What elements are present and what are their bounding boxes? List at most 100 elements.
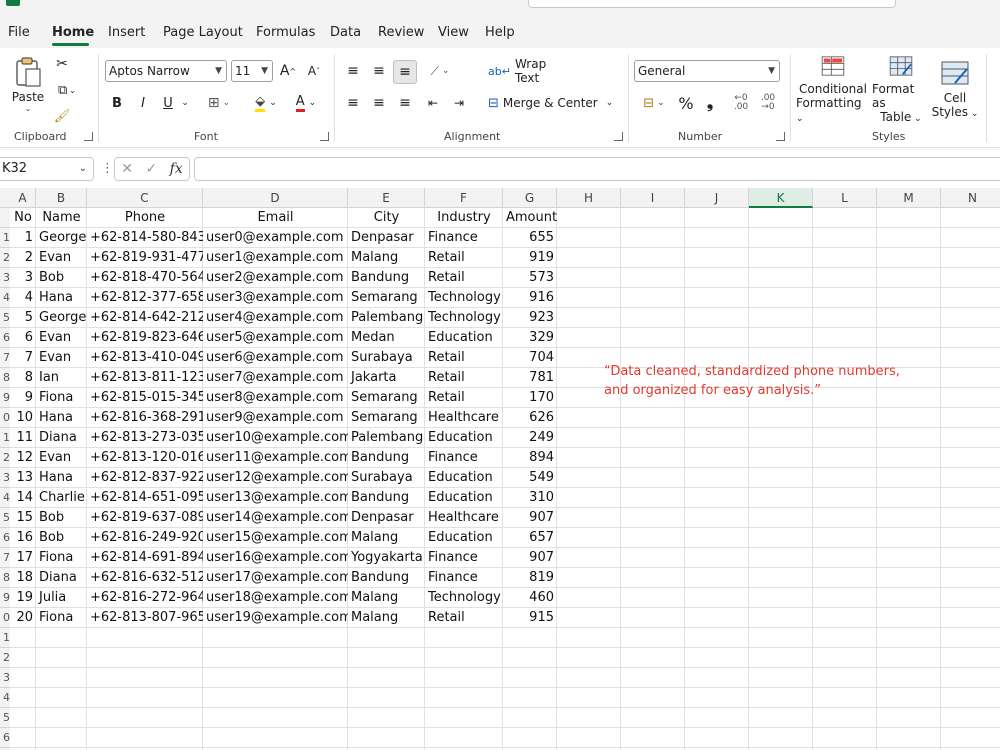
merge-center-button[interactable]: ⊟ Merge & Center ⌄ bbox=[488, 92, 614, 114]
table-cell[interactable]: Yogyakarta bbox=[348, 548, 425, 568]
column-header-a[interactable]: A bbox=[10, 188, 36, 208]
cell-area[interactable]: No Name Phone Email City Industry Amount 1 Georg… bbox=[10, 208, 1000, 750]
table-cell[interactable]: +62-816-632-5122 bbox=[87, 568, 203, 588]
row-header[interactable]: 5 bbox=[0, 708, 10, 728]
wrap-text-button[interactable]: ab↵ Wrap Text bbox=[488, 57, 568, 85]
table-cell[interactable]: 12 bbox=[10, 448, 36, 468]
align-left-icon[interactable]: ≡ bbox=[342, 92, 364, 114]
alignment-launcher-icon[interactable] bbox=[614, 132, 623, 141]
table-cell[interactable]: user16@example.com bbox=[203, 548, 348, 568]
header-cell[interactable]: City bbox=[348, 208, 425, 228]
column-header-l[interactable]: L bbox=[813, 188, 877, 208]
underline-dropdown-icon[interactable]: ⌄ bbox=[178, 92, 192, 114]
header-cell[interactable]: Name bbox=[36, 208, 87, 228]
table-cell[interactable]: 657 bbox=[503, 528, 557, 548]
table-cell[interactable]: +62-816-368-2913 bbox=[87, 408, 203, 428]
row-header[interactable]: 6 bbox=[0, 328, 10, 348]
table-cell[interactable]: user13@example.com bbox=[203, 488, 348, 508]
font-launcher-icon[interactable] bbox=[320, 132, 329, 141]
table-cell[interactable]: 8 bbox=[10, 368, 36, 388]
format-as-table-button[interactable]: Format as Table ⌄ bbox=[872, 56, 930, 124]
table-cell[interactable]: +62-814-580-8435 bbox=[87, 228, 203, 248]
table-cell[interactable]: 655 bbox=[503, 228, 557, 248]
row-header[interactable]: 5 bbox=[0, 308, 10, 328]
comma-style-icon[interactable]: ❟ bbox=[700, 92, 720, 114]
table-cell[interactable]: 573 bbox=[503, 268, 557, 288]
font-family-select[interactable]: Aptos Narrow ▼ bbox=[105, 60, 227, 82]
column-header-g[interactable]: G bbox=[503, 188, 557, 208]
table-cell[interactable]: user17@example.com bbox=[203, 568, 348, 588]
table-cell[interactable]: Hana bbox=[36, 468, 87, 488]
table-cell[interactable]: Technology bbox=[425, 288, 503, 308]
table-cell[interactable]: Hana bbox=[36, 288, 87, 308]
cancel-icon[interactable]: ✕ bbox=[121, 161, 133, 177]
table-cell[interactable]: 249 bbox=[503, 428, 557, 448]
table-cell[interactable]: 781 bbox=[503, 368, 557, 388]
table-cell[interactable]: Evan bbox=[36, 448, 87, 468]
table-cell[interactable]: Healthcare bbox=[425, 408, 503, 428]
table-cell[interactable]: user8@example.com bbox=[203, 388, 348, 408]
table-cell[interactable]: Jakarta bbox=[348, 368, 425, 388]
row-header[interactable]: 4 bbox=[0, 488, 10, 508]
table-cell[interactable]: 10 bbox=[10, 408, 36, 428]
header-cell[interactable]: Industry bbox=[425, 208, 503, 228]
table-cell[interactable]: Evan bbox=[36, 348, 87, 368]
table-cell[interactable]: +62-813-807-9651 bbox=[87, 608, 203, 628]
row-header[interactable]: 1 bbox=[0, 428, 10, 448]
column-header-k[interactable]: K bbox=[749, 188, 813, 208]
column-header-m[interactable]: M bbox=[877, 188, 941, 208]
table-cell[interactable]: user3@example.com bbox=[203, 288, 348, 308]
table-cell[interactable]: Technology bbox=[425, 588, 503, 608]
table-cell[interactable]: Retail bbox=[425, 348, 503, 368]
row-header[interactable]: 9 bbox=[0, 588, 10, 608]
table-cell[interactable]: Bob bbox=[36, 528, 87, 548]
table-cell[interactable]: 7 bbox=[10, 348, 36, 368]
table-cell[interactable]: user12@example.com bbox=[203, 468, 348, 488]
bold-button[interactable]: B bbox=[108, 92, 126, 114]
table-cell[interactable]: +62-814-651-0950 bbox=[87, 488, 203, 508]
table-cell[interactable]: user18@example.com bbox=[203, 588, 348, 608]
header-cell[interactable]: Amount bbox=[503, 208, 557, 228]
table-cell[interactable]: +62-814-642-2128 bbox=[87, 308, 203, 328]
table-cell[interactable]: +62-816-272-9643 bbox=[87, 588, 203, 608]
table-cell[interactable]: 170 bbox=[503, 388, 557, 408]
tab-page-layout[interactable]: Page Layout bbox=[163, 25, 243, 40]
table-cell[interactable]: Denpasar bbox=[348, 228, 425, 248]
header-cell[interactable]: Email bbox=[203, 208, 348, 228]
accounting-format-icon[interactable]: ⊟ ⌄ bbox=[636, 92, 672, 114]
copy-icon[interactable]: ⧉ ⌄ bbox=[52, 80, 82, 100]
font-size-select[interactable]: 11 ▼ bbox=[231, 60, 273, 82]
table-cell[interactable]: user2@example.com bbox=[203, 268, 348, 288]
table-cell[interactable]: user11@example.com bbox=[203, 448, 348, 468]
table-cell[interactable]: user4@example.com bbox=[203, 308, 348, 328]
table-cell[interactable]: Retail bbox=[425, 248, 503, 268]
align-right-icon[interactable]: ≡ bbox=[394, 92, 416, 114]
underline-button[interactable]: U bbox=[158, 92, 178, 114]
table-cell[interactable]: Semarang bbox=[348, 388, 425, 408]
table-cell[interactable]: Semarang bbox=[348, 408, 425, 428]
table-cell[interactable]: Denpasar bbox=[348, 508, 425, 528]
table-cell[interactable]: Malang bbox=[348, 608, 425, 628]
table-cell[interactable]: Fiona bbox=[36, 608, 87, 628]
table-cell[interactable]: Retail bbox=[425, 608, 503, 628]
table-cell[interactable]: Finance bbox=[425, 548, 503, 568]
table-cell[interactable]: 14 bbox=[10, 488, 36, 508]
cut-icon[interactable]: ✂ bbox=[52, 54, 72, 74]
table-cell[interactable]: 460 bbox=[503, 588, 557, 608]
table-cell[interactable]: +62-819-931-4777 bbox=[87, 248, 203, 268]
table-cell[interactable]: Evan bbox=[36, 328, 87, 348]
table-cell[interactable]: Education bbox=[425, 488, 503, 508]
table-cell[interactable]: Malang bbox=[348, 528, 425, 548]
table-cell[interactable]: George bbox=[36, 308, 87, 328]
table-cell[interactable]: 17 bbox=[10, 548, 36, 568]
enter-icon[interactable]: ✓ bbox=[145, 161, 157, 177]
table-cell[interactable]: Diana bbox=[36, 428, 87, 448]
insert-function-icon[interactable]: fx bbox=[170, 161, 183, 177]
table-cell[interactable]: 704 bbox=[503, 348, 557, 368]
table-cell[interactable]: Evan bbox=[36, 248, 87, 268]
row-header[interactable]: 1 bbox=[0, 228, 10, 248]
table-cell[interactable]: 907 bbox=[503, 508, 557, 528]
table-cell[interactable]: 11 bbox=[10, 428, 36, 448]
row-header[interactable]: 8 bbox=[0, 568, 10, 588]
table-cell[interactable]: Semarang bbox=[348, 288, 425, 308]
